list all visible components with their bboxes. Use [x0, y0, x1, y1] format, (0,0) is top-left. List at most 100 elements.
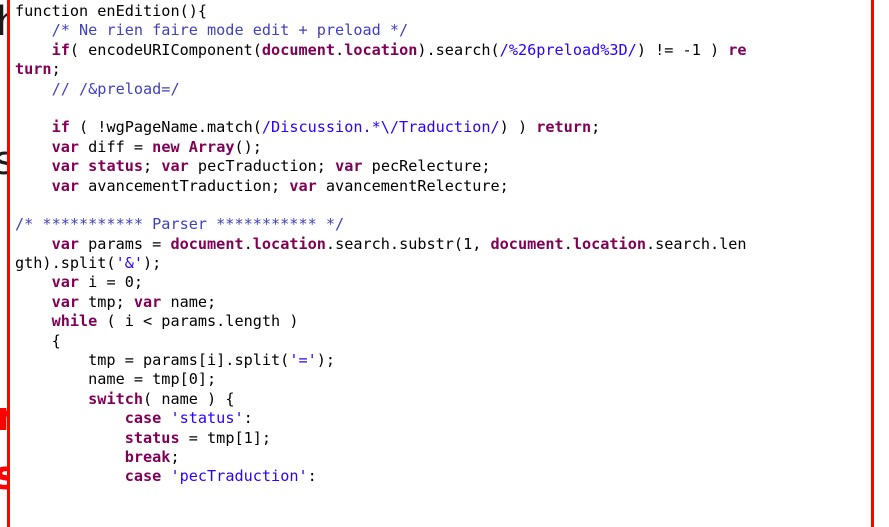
code-token: '=' — [289, 351, 317, 370]
code-token: var — [51, 273, 80, 292]
code-token: . — [335, 40, 345, 59]
code-line: function enEdition(){ — [15, 2, 867, 21]
code-line: name = tmp[0]; — [15, 370, 867, 389]
code-editor-panel: function enEdition(){ /* Ne rien faire m… — [7, 0, 874, 527]
code-token: new — [152, 137, 180, 156]
code-token: name; — [161, 292, 217, 311]
code-line: while ( i < params.length ) — [15, 312, 867, 331]
code-token: i = 0; — [79, 273, 144, 292]
code-token: turn — [15, 60, 52, 79]
code-line: var params = document.location.search.su… — [15, 235, 867, 254]
code-line: var status; var pecTraduction; var pecRe… — [15, 157, 867, 176]
code-token: = tmp[1]; — [179, 428, 272, 447]
code-token: avancementRelecture; — [316, 176, 509, 195]
code-token: switch — [88, 389, 144, 408]
code-line: gth).split('&'); — [15, 254, 867, 273]
code-token: . — [243, 234, 253, 253]
code-token: ( encodeURIComponent( — [69, 40, 262, 59]
code-token: /* Ne rien faire mode edit + preload */ — [51, 21, 409, 40]
code-line: ​ — [15, 196, 867, 215]
code-token: ).search( — [417, 40, 500, 59]
code-token: name = tmp[0]; — [15, 370, 217, 389]
code-token: ( name ) { — [143, 389, 235, 408]
code-line: /* Ne rien faire mode edit + preload */ — [15, 21, 867, 40]
code-token: pecRelecture; — [362, 157, 491, 176]
code-token: return — [536, 118, 592, 137]
code-token: var — [51, 176, 80, 195]
code-token: location — [572, 234, 646, 253]
code-token: /Discussion.*\/Traduction/ — [261, 118, 500, 137]
code-token: var — [51, 292, 80, 311]
code-token: pecTraduction; — [188, 157, 336, 176]
code-token: { — [15, 331, 61, 350]
code-token: location — [252, 234, 326, 253]
code-token: document — [261, 40, 336, 59]
code-token: if — [51, 40, 70, 59]
code-token: avancementTraduction; — [79, 176, 290, 195]
code-line: /* *********** Parser *********** */ — [15, 215, 867, 234]
code-token: function enEdition(){ — [15, 2, 208, 20]
code-token: params = — [79, 234, 171, 253]
code-token: var — [51, 234, 80, 253]
code-token: 'pecTraduction' — [170, 467, 308, 486]
code-token: (); — [234, 137, 262, 156]
code-token: .search.substr(1, — [325, 234, 491, 253]
code-token: ; — [591, 118, 601, 137]
code-token: case — [124, 409, 162, 428]
code-token: ) != -1 ) — [636, 40, 729, 59]
code-token: case — [124, 467, 162, 486]
code-line: break; — [15, 448, 867, 467]
code-token: ; — [143, 157, 162, 176]
code-token: if — [51, 118, 70, 137]
code-line: if( encodeURIComponent(document.location… — [15, 41, 867, 60]
code-token: var — [335, 157, 363, 176]
code-line: case 'pecTraduction': — [15, 467, 867, 486]
code-token: var — [51, 137, 80, 156]
code-line: var tmp; var name; — [15, 293, 867, 312]
code-line: case 'status': — [15, 409, 867, 428]
code-token: document — [490, 234, 564, 253]
code-line: var diff = new Array(); — [15, 138, 867, 157]
code-token: /* *********** Parser *********** */ — [15, 215, 345, 234]
code-token: Array — [188, 137, 235, 156]
code-token: ( i < params.length ) — [97, 312, 299, 331]
code-token: : — [307, 467, 317, 486]
code-line: ​ — [15, 99, 867, 118]
code-token: /%26preload%3D/ — [499, 40, 637, 59]
code-token: ; — [51, 60, 61, 79]
code-line: status = tmp[1]; — [15, 429, 867, 448]
code-token: : — [243, 409, 253, 428]
code-line: switch( name ) { — [15, 390, 867, 409]
code-token: // /&preload=/ — [51, 79, 180, 98]
code-line: { — [15, 332, 867, 351]
code-token: diff = — [79, 137, 153, 156]
code-token: var — [161, 157, 189, 176]
code-token: tmp; — [79, 292, 134, 311]
code-token: .search.len — [645, 234, 747, 253]
code-line: var i = 0; — [15, 273, 867, 292]
code-token: 'status' — [170, 409, 244, 428]
code-token: document — [170, 234, 244, 253]
code-line: // /&preload=/ — [15, 80, 867, 99]
code-token: ) ) — [499, 118, 537, 137]
code-token: '&' — [115, 254, 144, 273]
code-token: ); — [143, 254, 162, 273]
code-token: var — [289, 176, 317, 195]
code-line: turn; — [15, 60, 867, 79]
code-line: tmp = params[i].split('='); — [15, 351, 867, 370]
